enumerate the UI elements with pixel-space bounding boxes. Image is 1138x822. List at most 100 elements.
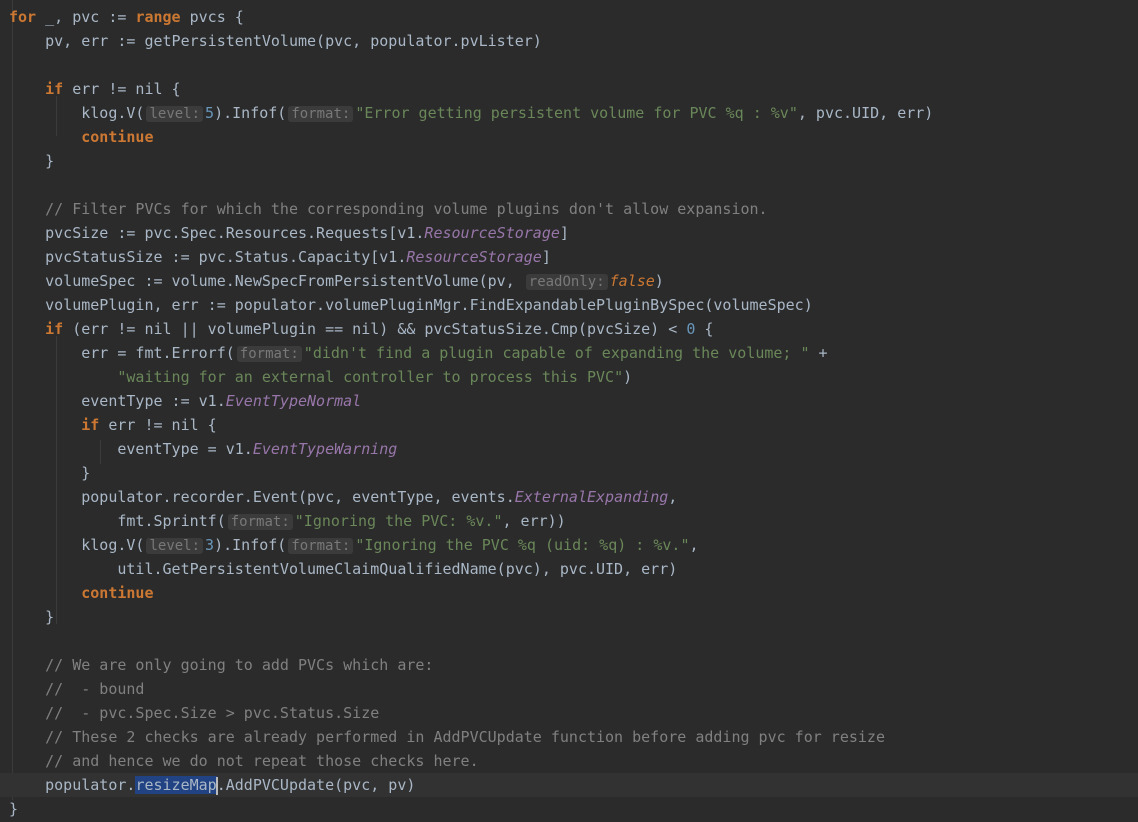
code-token: pv, err := getPersistentVolume(pvc, popu… (9, 32, 542, 50)
code-token: range (135, 8, 181, 26)
code-line[interactable]: eventType := v1.EventTypeNormal (0, 389, 1138, 413)
code-token: continue (81, 584, 154, 602)
code-token: ) (623, 368, 633, 386)
code-line[interactable]: // We are only going to add PVCs which a… (0, 653, 1138, 677)
code-token: (err != nil || volumePlugin == nil) && p… (63, 320, 687, 338)
code-token: _, pvc := (36, 8, 136, 26)
code-token: util.GetPersistentVolumeClaimQualifiedNa… (9, 560, 678, 578)
code-line[interactable]: if err != nil { (0, 77, 1138, 101)
code-line[interactable]: } (0, 605, 1138, 629)
code-line[interactable]: klog.V(level: 5).Infof(format: "Error gett… (0, 101, 1138, 125)
parameter-hint: readOnly: (525, 274, 608, 290)
code-token: // Filter PVCs for which the correspondi… (9, 200, 768, 218)
code-token: ) (654, 272, 664, 290)
code-token: { (695, 320, 714, 338)
code-line[interactable]: if (err != nil || volumePlugin == nil) &… (0, 317, 1138, 341)
code-token: pvcSize := pvc.Spec.Resources.Requests[v… (9, 224, 425, 242)
code-token: ResourceStorage (424, 224, 560, 242)
parameter-hint: format: (227, 514, 293, 530)
code-token: } (9, 800, 19, 818)
code-token: 3 (205, 536, 215, 554)
code-token: } (9, 464, 91, 482)
code-token: ] (541, 248, 551, 266)
code-token: err != nil { (99, 416, 217, 434)
parameter-hint: format: (288, 538, 354, 554)
code-token: ] (559, 224, 569, 242)
code-line[interactable]: pv, err := getPersistentVolume(pvc, popu… (0, 29, 1138, 53)
code-line[interactable] (0, 629, 1138, 653)
code-line[interactable]: // These 2 checks are already performed … (0, 725, 1138, 749)
code-token: if (45, 320, 64, 338)
code-line[interactable]: if err != nil { (0, 413, 1138, 437)
code-token: volumePlugin, err := populator.volumePlu… (9, 296, 813, 314)
code-line[interactable]: util.GetPersistentVolumeClaimQualifiedNa… (0, 557, 1138, 581)
code-token: err = fmt.Errorf( (9, 344, 235, 362)
code-token: eventType = v1. (9, 440, 253, 458)
code-token: // - bound (9, 680, 145, 698)
code-token: , (689, 536, 699, 554)
code-line[interactable]: fmt.Sprintf(format: "Ignoring the PVC: %v… (0, 509, 1138, 533)
code-line[interactable]: continue (0, 125, 1138, 149)
code-token: eventType := v1. (9, 392, 226, 410)
code-token: continue (81, 128, 154, 146)
code-token: populator. (9, 776, 136, 794)
code-token: // - pvc.Spec.Size > pvc.Status.Size (9, 704, 380, 722)
code-token: pvcs { (180, 8, 244, 26)
code-line[interactable]: // Filter PVCs for which the correspondi… (0, 197, 1138, 221)
code-token: , pvc.UID, err) (797, 104, 934, 122)
code-line[interactable]: } (0, 461, 1138, 485)
code-token: + (809, 344, 828, 362)
code-line[interactable]: klog.V(level: 3).Infof(format: "Ignoring t… (0, 533, 1138, 557)
code-token: } (9, 608, 55, 626)
code-token: ResourceStorage (406, 248, 542, 266)
code-line[interactable]: pvcStatusSize := pvc.Status.Capacity[v1.… (0, 245, 1138, 269)
code-token: "didn't find a plugin capable of expandi… (303, 344, 810, 362)
parameter-hint: format: (236, 346, 302, 362)
code-line[interactable]: } (0, 149, 1138, 173)
code-token: resizeMap (135, 776, 217, 794)
code-line[interactable]: // and hence we do not repeat those chec… (0, 749, 1138, 773)
code-line[interactable]: err = fmt.Errorf(format: "didn't find a p… (0, 341, 1138, 365)
code-line[interactable] (0, 53, 1138, 77)
code-token: for (9, 8, 37, 26)
code-token: if (45, 80, 64, 98)
code-token: ).Infof( (214, 536, 287, 554)
code-editor[interactable]: for _, pvc := range pvcs { pv, err := ge… (0, 0, 1138, 822)
code-token: if (81, 416, 100, 434)
code-line[interactable]: eventType = v1.EventTypeWarning (0, 437, 1138, 461)
code-line[interactable] (0, 173, 1138, 197)
code-token: , err)) (502, 512, 566, 530)
code-line[interactable]: // - bound (0, 677, 1138, 701)
code-line[interactable]: volumeSpec := volume.NewSpecFromPersiste… (0, 269, 1138, 293)
code-line[interactable]: volumePlugin, err := populator.volumePlu… (0, 293, 1138, 317)
code-token: ExternalExpanding (514, 488, 669, 506)
code-token: , (668, 488, 678, 506)
code-token: EventTypeWarning (252, 440, 398, 458)
code-token: "Ignoring the PVC: %v." (294, 512, 503, 530)
code-line[interactable]: pvcSize := pvc.Spec.Resources.Requests[v… (0, 221, 1138, 245)
code-token: // and hence we do not repeat those chec… (9, 752, 479, 770)
code-token: ).Infof( (214, 104, 287, 122)
code-token: // These 2 checks are already performed … (9, 728, 885, 746)
code-line[interactable]: populator.recorder.Event(pvc, eventType,… (0, 485, 1138, 509)
code-token: klog.V( (9, 104, 145, 122)
code-line[interactable]: // - pvc.Spec.Size > pvc.Status.Size (0, 701, 1138, 725)
code-line[interactable]: continue (0, 581, 1138, 605)
code-token: volumeSpec := volume.NewSpecFromPersiste… (9, 272, 524, 290)
code-token: fmt.Sprintf( (9, 512, 226, 530)
code-token: "waiting for an external controller to p… (117, 368, 624, 386)
code-token: pvcStatusSize := pvc.Status.Capacity[v1. (9, 248, 407, 266)
code-token: } (9, 152, 55, 170)
code-token: "Error getting persistent volume for PVC… (355, 104, 798, 122)
code-line[interactable]: populator.resizeMap.AddPVCUpdate(pvc, pv… (0, 773, 1138, 797)
code-line[interactable]: } (0, 797, 1138, 821)
parameter-hint: format: (288, 106, 354, 122)
code-line[interactable]: "waiting for an external controller to p… (0, 365, 1138, 389)
code-token: err != nil { (63, 80, 181, 98)
code-line[interactable]: for _, pvc := range pvcs { (0, 5, 1138, 29)
parameter-hint: level: (146, 538, 204, 554)
code-token: false (609, 272, 655, 290)
